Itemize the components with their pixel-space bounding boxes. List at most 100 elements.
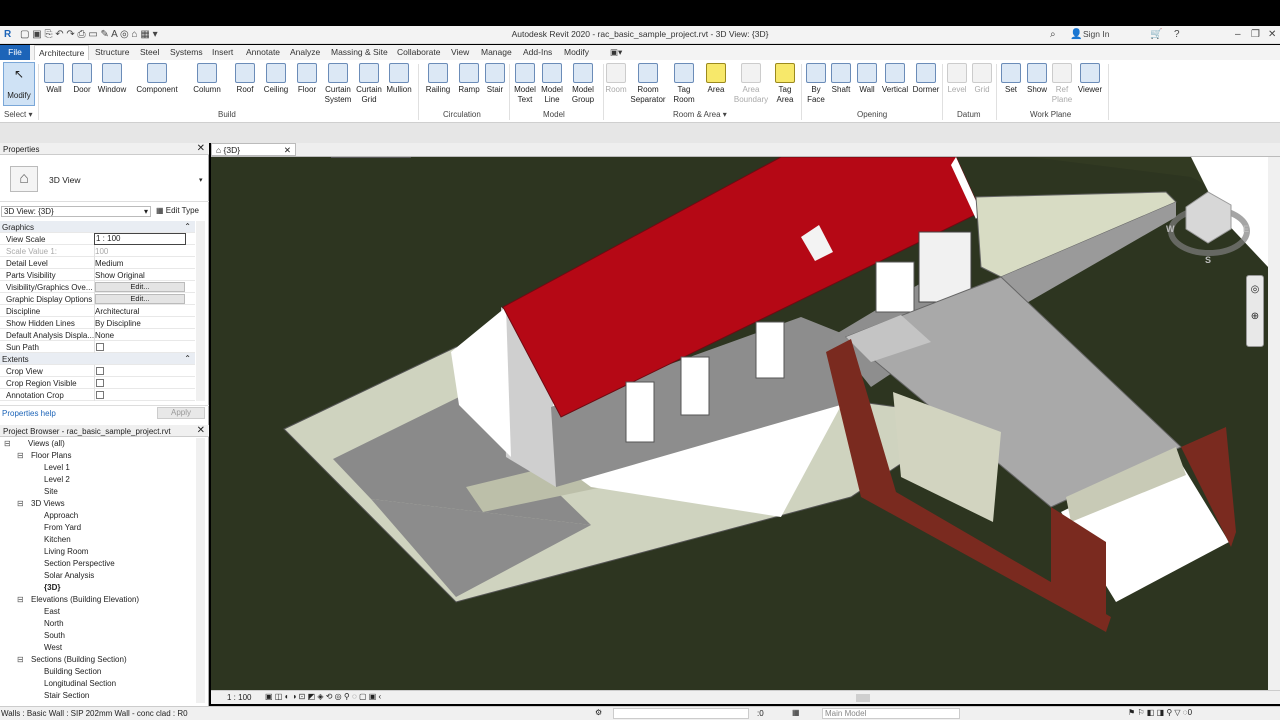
viewport-vertical-scrollbar[interactable] bbox=[1268, 157, 1280, 690]
area-boundary-tool[interactable]: Area Boundary bbox=[733, 63, 769, 105]
property-section[interactable]: Extents ⌃ bbox=[0, 353, 195, 365]
view-scale-label[interactable]: 1 : 100 bbox=[227, 693, 251, 702]
property-row[interactable]: Scale Value 1: 100 bbox=[0, 245, 195, 257]
show-tool[interactable]: Show bbox=[1025, 63, 1049, 95]
curtain-system-tool[interactable]: Curtain System bbox=[323, 63, 353, 105]
model-group-tool[interactable]: Model Group bbox=[568, 63, 598, 105]
tree-item[interactable]: East bbox=[44, 607, 60, 616]
railing-tool[interactable]: Railing bbox=[424, 63, 452, 95]
checkbox[interactable] bbox=[96, 391, 104, 399]
view-selector[interactable]: 3D View: {3D} ▾ bbox=[1, 206, 151, 217]
checkbox[interactable] bbox=[96, 379, 104, 387]
viewcube-east[interactable]: E bbox=[1243, 224, 1249, 234]
area-tool[interactable]: Area bbox=[704, 63, 728, 95]
grid-tool[interactable]: Grid bbox=[970, 63, 994, 95]
model-line-tool[interactable]: Model Line bbox=[540, 63, 564, 105]
by-face-tool[interactable]: By Face bbox=[804, 63, 828, 105]
tab-add-ins[interactable]: Add-Ins bbox=[523, 47, 552, 57]
property-row[interactable]: View Scale 1 : 100 bbox=[0, 233, 195, 245]
help-icon[interactable]: ? bbox=[1174, 29, 1180, 40]
tree-item[interactable]: Kitchen bbox=[44, 535, 71, 544]
vertical-tool[interactable]: Vertical bbox=[880, 63, 910, 95]
status-toggle-icons[interactable]: ⚑ ⚐ ◧ ◨ ⚲ ▽ ◌0 bbox=[1128, 708, 1192, 717]
workset-icon[interactable]: ⚙ bbox=[595, 708, 602, 717]
select-dropdown[interactable]: Select ▾ bbox=[4, 110, 32, 119]
tree-toggle-icon[interactable]: ⊟ bbox=[17, 499, 24, 508]
close-window-button[interactable]: ✕ bbox=[1268, 29, 1276, 40]
floor-tool[interactable]: Floor bbox=[295, 63, 319, 95]
tree-item[interactable]: Elevations (Building Elevation) bbox=[31, 595, 139, 604]
tree-item[interactable]: 3D Views bbox=[31, 499, 65, 508]
column-tool[interactable]: Column bbox=[192, 63, 222, 95]
tree-item[interactable]: Longitudinal Section bbox=[44, 679, 116, 688]
tree-toggle-icon[interactable]: ⊟ bbox=[17, 595, 24, 604]
property-value[interactable]: 100 bbox=[95, 247, 108, 256]
modify-button[interactable]: ↖ Modify bbox=[3, 62, 35, 106]
tab-file[interactable]: File bbox=[0, 45, 30, 60]
tab-manage[interactable]: Manage bbox=[481, 47, 512, 57]
tab-annotate[interactable]: Annotate bbox=[246, 47, 280, 57]
tab-modify[interactable]: Modify bbox=[564, 47, 589, 57]
property-section[interactable]: Graphics ⌃ bbox=[0, 221, 195, 233]
tab-analyze[interactable]: Analyze bbox=[290, 47, 320, 57]
edit-button[interactable]: Edit... bbox=[95, 282, 185, 292]
window-tool[interactable]: Window bbox=[96, 63, 128, 95]
properties-help-link[interactable]: Properties help bbox=[2, 409, 56, 418]
dormer-tool[interactable]: Dormer bbox=[911, 63, 941, 95]
property-row[interactable]: Crop Region Visible bbox=[0, 377, 195, 389]
viewcube-south[interactable]: S bbox=[1205, 255, 1211, 265]
property-row[interactable]: Detail Level Medium bbox=[0, 257, 195, 269]
wall-opening-tool[interactable]: Wall bbox=[855, 63, 879, 95]
edit-button[interactable]: Edit... bbox=[95, 294, 185, 304]
checkbox[interactable] bbox=[96, 343, 104, 351]
model-text-tool[interactable]: Model Text bbox=[512, 63, 538, 105]
room-separator-tool[interactable]: Room Separator bbox=[630, 63, 666, 105]
door-tool[interactable]: Door bbox=[70, 63, 94, 95]
type-selector[interactable]: ⌂ 3D View ▾ bbox=[0, 156, 209, 202]
workset-dropdown[interactable] bbox=[613, 708, 749, 719]
property-value[interactable]: By Discipline bbox=[95, 319, 141, 328]
room-tool[interactable]: Room bbox=[604, 63, 628, 95]
tree-item[interactable]: West bbox=[44, 643, 62, 652]
property-value[interactable]: Architectural bbox=[95, 307, 139, 316]
property-value[interactable]: 1 : 100 bbox=[94, 233, 186, 245]
tree-item[interactable]: {3D} bbox=[44, 583, 60, 592]
view-control-icons[interactable]: ▣ ◫ ◐ ◑ ⊡ ◩ ◈ ⟲ ◎ ⚲ ◌ ▢ ▣ ‹ bbox=[265, 692, 381, 701]
tree-item[interactable]: Stair Section bbox=[44, 691, 89, 700]
search-icon[interactable]: ⌕ bbox=[1050, 29, 1056, 40]
mullion-tool[interactable]: Mullion bbox=[385, 63, 413, 95]
tree-toggle-icon[interactable]: ⊟ bbox=[4, 439, 11, 448]
ref-plane-tool[interactable]: Ref Plane bbox=[1050, 63, 1074, 105]
viewcube-west[interactable]: W bbox=[1166, 224, 1175, 234]
tab-view[interactable]: View bbox=[451, 47, 469, 57]
property-row[interactable]: Sun Path bbox=[0, 341, 195, 353]
ramp-tool[interactable]: Ramp bbox=[457, 63, 481, 95]
tree-toggle-icon[interactable]: ⊟ bbox=[17, 655, 24, 664]
wall-tool[interactable]: Wall bbox=[42, 63, 66, 95]
tab-collaborate[interactable]: Collaborate bbox=[397, 47, 440, 57]
tab-steel[interactable]: Steel bbox=[140, 47, 159, 57]
property-row[interactable]: Default Analysis Displa... None bbox=[0, 329, 195, 341]
tab-massing-site[interactable]: Massing & Site bbox=[331, 47, 388, 57]
roof-tool[interactable]: Roof bbox=[233, 63, 257, 95]
property-row[interactable]: Visibility/Graphics Ove... Edit... bbox=[0, 281, 195, 293]
property-value[interactable]: Show Original bbox=[95, 271, 145, 280]
level-tool[interactable]: Level bbox=[945, 63, 969, 95]
stair-tool[interactable]: Stair bbox=[484, 63, 506, 95]
tree-item[interactable]: Level 2 bbox=[44, 475, 70, 484]
browser-scrollbar[interactable] bbox=[196, 438, 205, 703]
tree-item[interactable]: Section Perspective bbox=[44, 559, 115, 568]
restore-button[interactable]: ❐ bbox=[1251, 29, 1260, 40]
tab-systems[interactable]: Systems bbox=[170, 47, 203, 57]
tab-insert[interactable]: Insert bbox=[212, 47, 233, 57]
collapse-icon[interactable]: ⌃ bbox=[184, 222, 191, 231]
tag-area-tool[interactable]: Tag Area bbox=[773, 63, 797, 105]
zoom-icon[interactable]: ⊕ bbox=[1247, 311, 1263, 322]
close-icon[interactable]: ✕ bbox=[197, 143, 205, 154]
properties-scrollbar[interactable] bbox=[196, 221, 205, 401]
view-tab-3d[interactable]: ⌂ {3D} ✕ bbox=[211, 143, 296, 156]
property-value[interactable]: None bbox=[95, 331, 114, 340]
set-tool[interactable]: Set bbox=[999, 63, 1023, 95]
horizontal-scroll-thumb[interactable] bbox=[856, 694, 870, 702]
apply-button[interactable]: Apply bbox=[157, 407, 205, 419]
